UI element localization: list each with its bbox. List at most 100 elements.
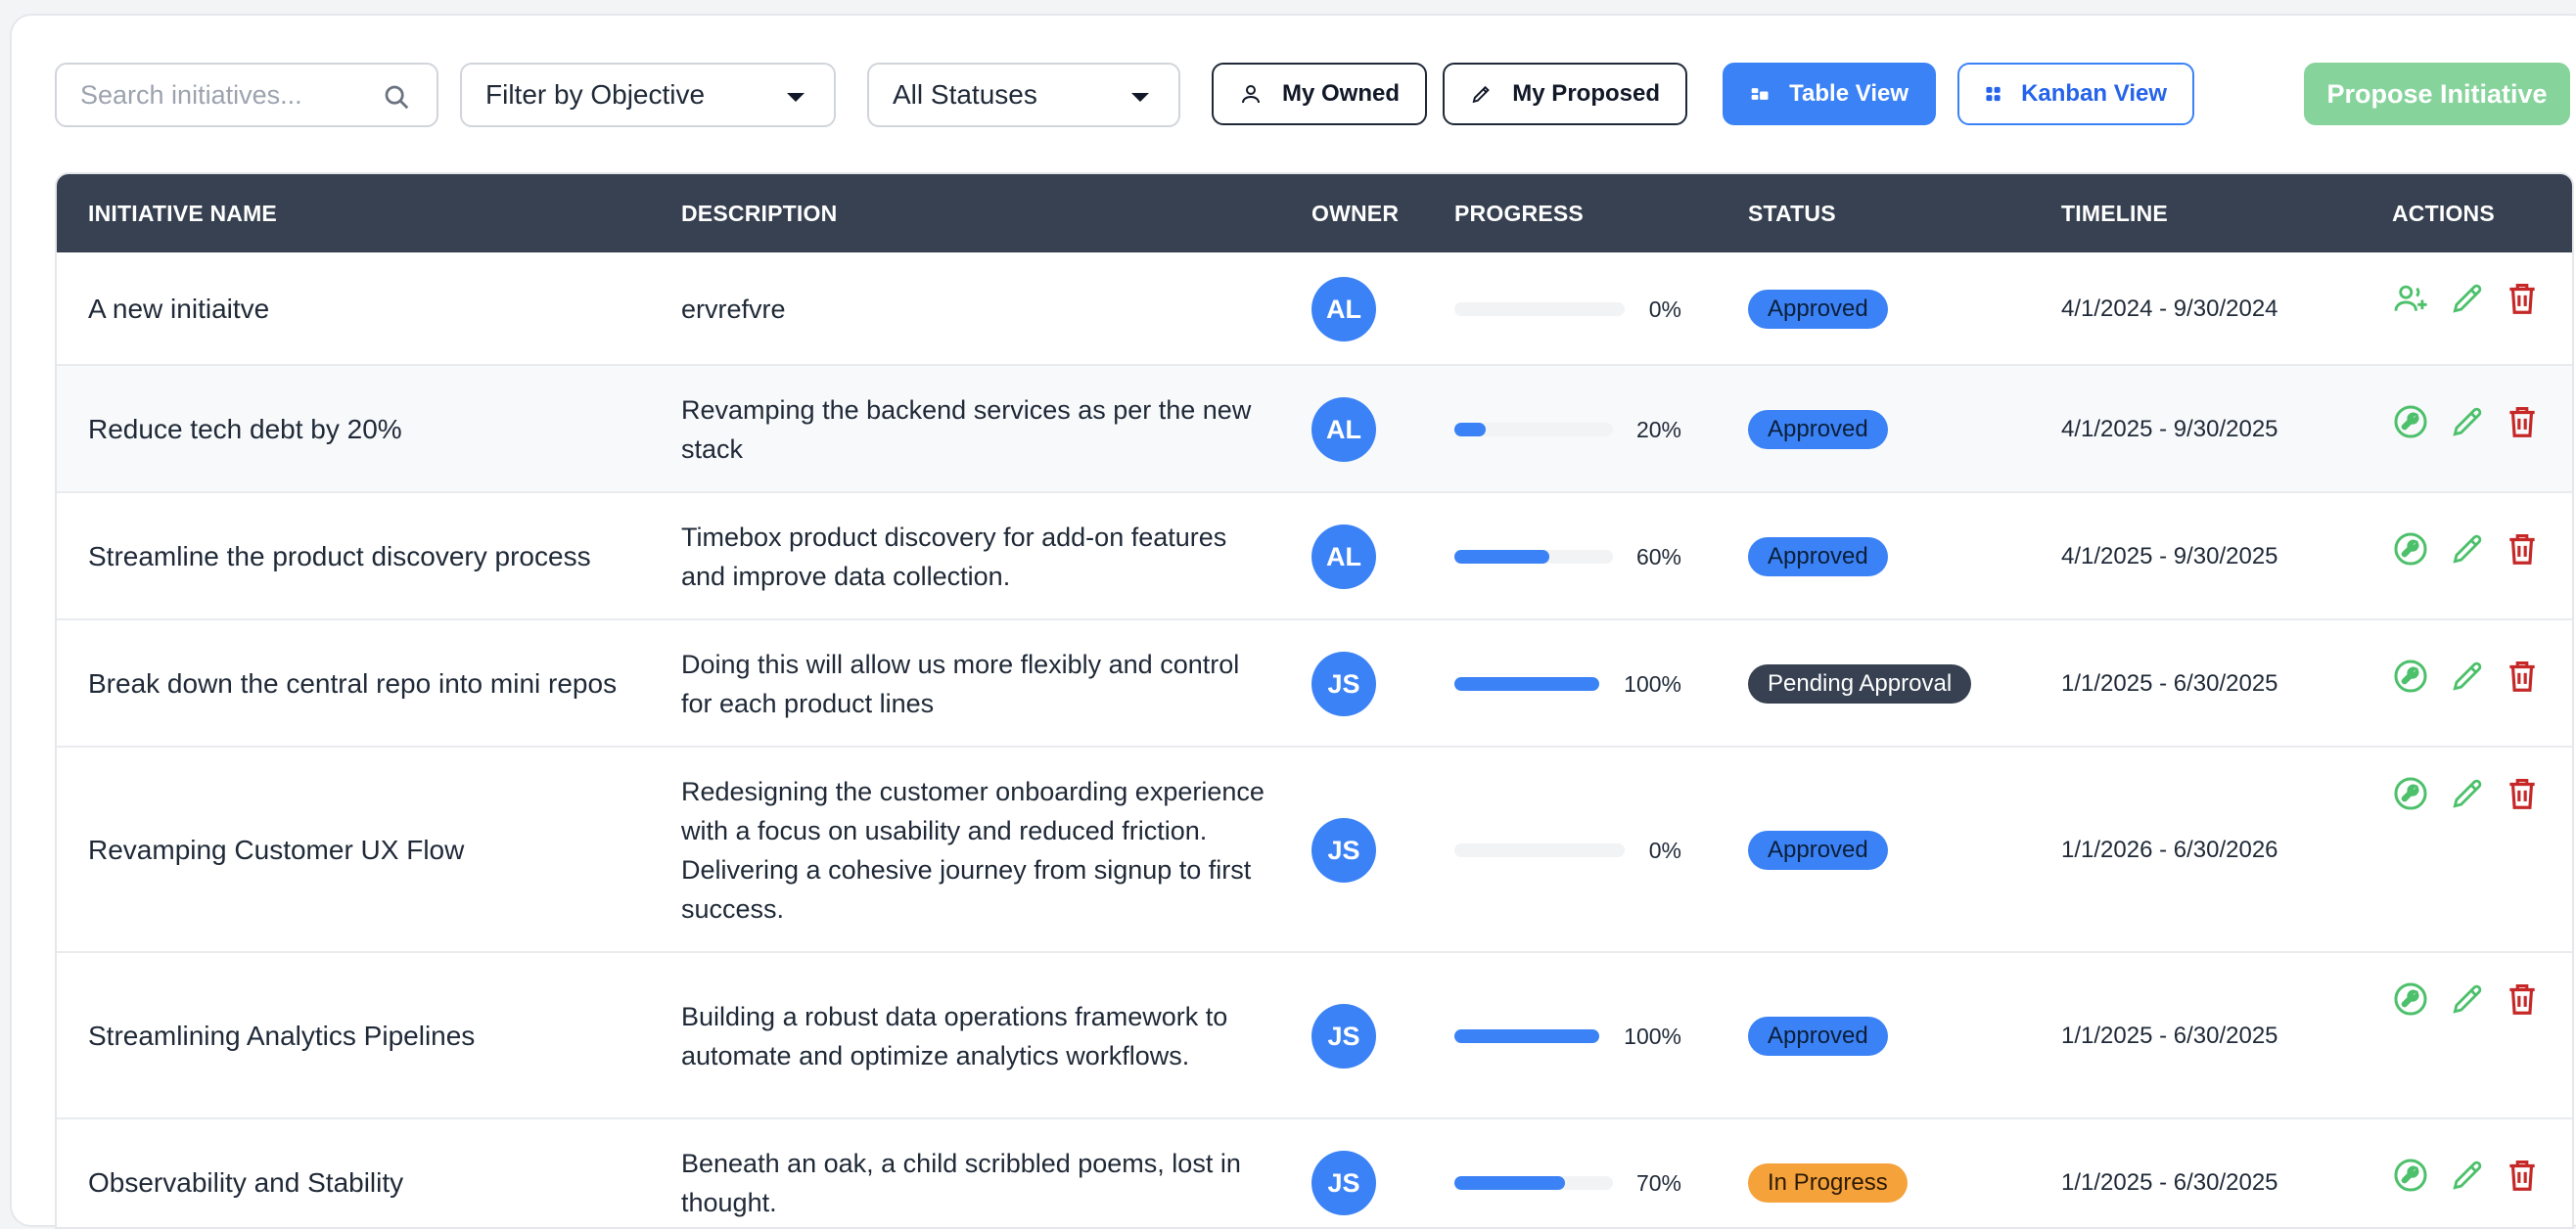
status-filter-select[interactable]: All Statuses <box>867 63 1180 127</box>
header-status[interactable]: STATUS <box>1748 174 1836 252</box>
initiative-name[interactable]: Streamlining Analytics Pipelines <box>88 953 475 1119</box>
grid-icon <box>1986 86 2001 102</box>
pencil-icon <box>1472 85 1490 104</box>
table-row[interactable]: Observability and Stability Beneath an oa… <box>57 1119 2572 1227</box>
progress-percent: 0% <box>1648 837 1681 863</box>
edit-initiative-button[interactable] <box>2449 530 2490 571</box>
status-filter-label: All Statuses <box>893 79 1037 110</box>
trash-icon <box>2504 280 2541 317</box>
edit-initiative-button[interactable] <box>2449 980 2490 1022</box>
search-input[interactable] <box>78 78 372 112</box>
status-badge: Approved <box>1748 290 1888 329</box>
header-timeline[interactable]: TIMELINE <box>2061 174 2168 252</box>
progress-bar-fill <box>1454 1176 1565 1190</box>
initiative-description: Beneath an oak, a child scribbled poems,… <box>681 1149 1241 1217</box>
delete-initiative-button[interactable] <box>2504 280 2545 321</box>
progress-percent: 60% <box>1635 543 1681 569</box>
table-row[interactable]: Revamping Customer UX Flow Redesigning th… <box>57 748 2572 953</box>
search-box[interactable] <box>55 63 438 127</box>
assign-user-icon <box>2392 280 2429 317</box>
table-row[interactable]: Break down the central repo into mini re… <box>57 620 2572 748</box>
initiative-name[interactable]: Observability and Stability <box>88 1119 403 1227</box>
my-owned-button[interactable]: My Owned <box>1212 63 1427 125</box>
edit-initiative-button[interactable] <box>2449 1157 2490 1198</box>
manage-initiative-button[interactable] <box>2392 403 2433 444</box>
table-view-button[interactable]: Table View <box>1723 63 1936 125</box>
timeline-dates: 1/1/2025 - 6/30/2025 <box>2061 1023 2278 1049</box>
trash-icon <box>2504 1157 2541 1194</box>
owner-avatar[interactable]: AL <box>1311 277 1376 341</box>
initiative-name[interactable]: A new initiaitve <box>88 252 269 366</box>
assign-owner-button[interactable] <box>2392 280 2433 321</box>
edit-initiative-button[interactable] <box>2449 280 2490 321</box>
delete-initiative-button[interactable] <box>2504 775 2545 816</box>
progress-bar-fill <box>1454 677 1599 691</box>
initiative-name[interactable]: Reduce tech debt by 20% <box>88 366 402 493</box>
timeline-dates: 1/1/2025 - 6/30/2025 <box>2061 1169 2278 1196</box>
trash-icon <box>2504 980 2541 1018</box>
pencil-icon <box>2449 980 2486 1018</box>
status-badge: In Progress <box>1748 1163 1908 1203</box>
my-owned-label: My Owned <box>1281 80 1400 107</box>
table-row[interactable]: A new initiaitve ervrefvre AL 0% Approved 4/1… <box>57 252 2572 366</box>
progress-percent: 70% <box>1635 1169 1681 1196</box>
edit-initiative-button[interactable] <box>2449 403 2490 444</box>
header-progress[interactable]: PROGRESS <box>1454 174 1584 252</box>
edit-initiative-button[interactable] <box>2449 775 2490 816</box>
header-description[interactable]: DESCRIPTION <box>681 174 837 252</box>
pencil-icon <box>2449 775 2486 812</box>
initiative-description: ervrefvre <box>681 295 786 324</box>
table-row[interactable]: Streamlining Analytics Pipelines Building… <box>57 953 2572 1119</box>
table-view-label: Table View <box>1789 80 1909 107</box>
wrench-icon <box>2392 1157 2429 1194</box>
manage-initiative-button[interactable] <box>2392 775 2433 816</box>
progress-bar <box>1454 677 1599 691</box>
manage-initiative-button[interactable] <box>2392 1157 2433 1198</box>
initiative-name[interactable]: Revamping Customer UX Flow <box>88 748 464 953</box>
delete-initiative-button[interactable] <box>2504 530 2545 571</box>
progress-percent: 0% <box>1648 296 1681 322</box>
objective-filter-select[interactable]: Filter by Objective <box>460 63 836 127</box>
edit-initiative-button[interactable] <box>2449 658 2490 699</box>
owner-avatar[interactable]: JS <box>1311 818 1376 883</box>
trash-icon <box>2504 403 2541 440</box>
progress-bar <box>1454 1176 1613 1190</box>
progress-bar <box>1454 843 1625 857</box>
timeline-dates: 4/1/2024 - 9/30/2024 <box>2061 296 2278 322</box>
owner-avatar[interactable]: JS <box>1311 652 1376 716</box>
toolbar: Filter by Objective All Statuses My Owne… <box>12 16 2576 153</box>
manage-initiative-button[interactable] <box>2392 980 2433 1022</box>
delete-initiative-button[interactable] <box>2504 980 2545 1022</box>
timeline-dates: 1/1/2025 - 6/30/2025 <box>2061 670 2278 697</box>
progress-percent: 20% <box>1635 416 1681 442</box>
owner-avatar[interactable]: JS <box>1311 1004 1376 1069</box>
manage-initiative-button[interactable] <box>2392 530 2433 571</box>
table-row[interactable]: Reduce tech debt by 20% Revamping the bac… <box>57 366 2572 493</box>
timeline-dates: 4/1/2025 - 9/30/2025 <box>2061 416 2278 442</box>
owner-avatar[interactable]: AL <box>1311 524 1376 589</box>
initiative-name[interactable]: Break down the central repo into mini re… <box>88 620 617 748</box>
delete-initiative-button[interactable] <box>2504 658 2545 699</box>
initiative-name[interactable]: Streamline the product discovery process <box>88 493 591 620</box>
owner-avatar[interactable]: AL <box>1311 397 1376 462</box>
propose-initiative-label: Propose Initiative <box>2326 78 2548 109</box>
header-initiative-name[interactable]: INITIATIVE NAME <box>88 174 277 252</box>
owner-avatar[interactable]: JS <box>1311 1151 1376 1215</box>
initiative-description: Doing this will allow us more flexibly a… <box>681 650 1240 718</box>
progress-percent: 100% <box>1624 670 1681 697</box>
delete-initiative-button[interactable] <box>2504 403 2545 444</box>
delete-initiative-button[interactable] <box>2504 1157 2545 1198</box>
propose-initiative-button[interactable]: Propose Initiative <box>2304 63 2570 125</box>
status-badge: Pending Approval <box>1748 664 1972 704</box>
kanban-view-button[interactable]: Kanban View <box>1957 63 2194 125</box>
manage-initiative-button[interactable] <box>2392 658 2433 699</box>
header-owner[interactable]: OWNER <box>1311 174 1399 252</box>
wrench-icon <box>2392 980 2429 1018</box>
progress-bar <box>1454 550 1613 564</box>
progress-bar-fill <box>1454 550 1549 564</box>
initiative-description: Building a robust data operations framew… <box>681 1002 1228 1070</box>
my-proposed-button[interactable]: My Proposed <box>1443 63 1687 125</box>
search-icon[interactable] <box>382 82 411 112</box>
timeline-dates: 1/1/2026 - 6/30/2026 <box>2061 837 2278 863</box>
table-row[interactable]: Streamline the product discovery process… <box>57 493 2572 620</box>
